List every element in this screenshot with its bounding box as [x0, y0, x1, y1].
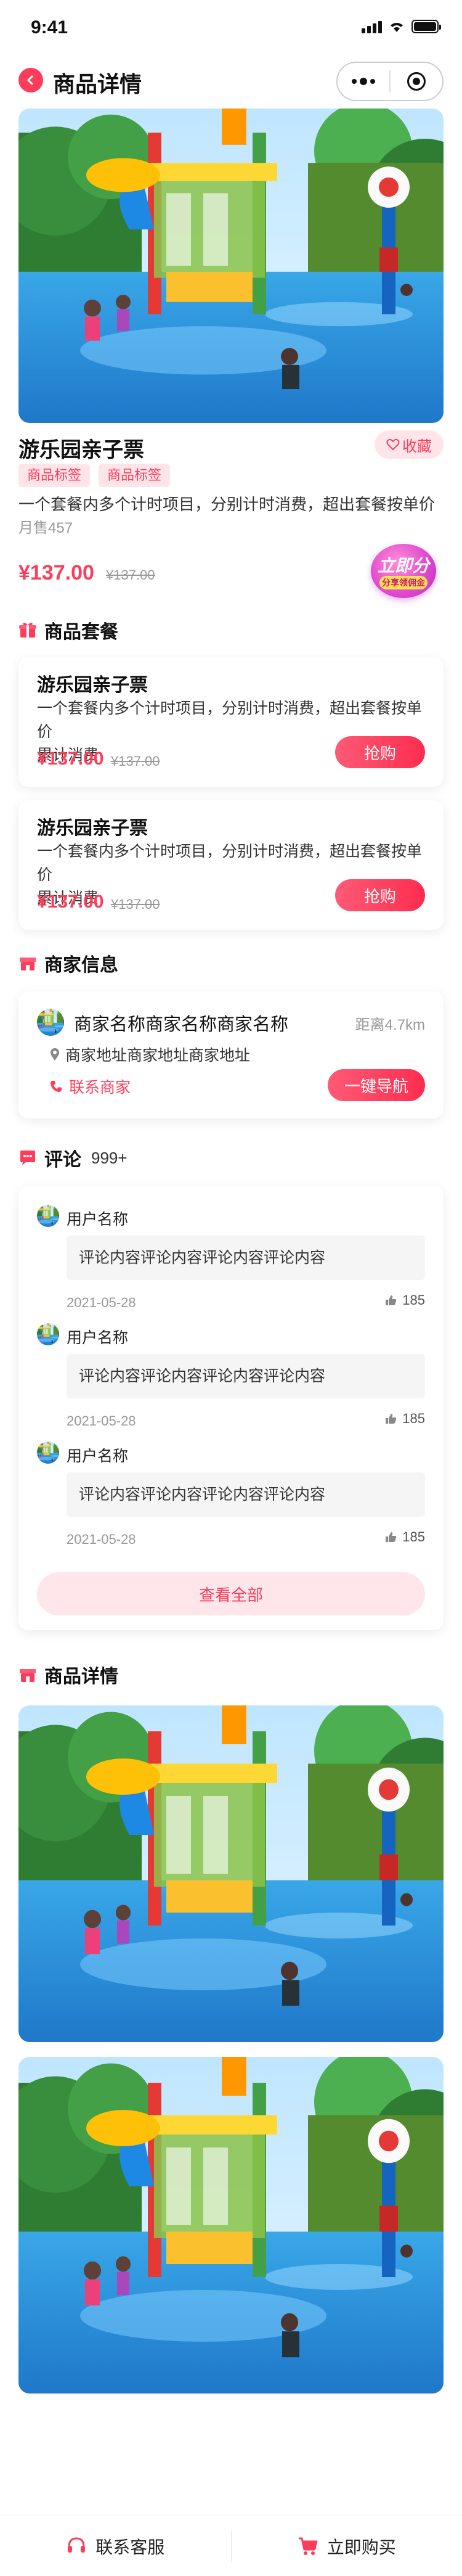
badge-main-text: 立即分	[377, 556, 429, 575]
packages-section-header: 商品套餐	[18, 617, 118, 644]
avatar	[37, 1442, 59, 1464]
package-card: 游乐园亲子票 一个套餐内多个计时项目，分别计时消费，超出套餐按单价 累计消费 ¥…	[18, 657, 444, 787]
review-item: 用户名称 评论内容评论内容评论内容评论内容 2021-05-28 185	[37, 1205, 425, 1322]
share-commission-badge[interactable]: 立即分 分享领佣金	[371, 544, 436, 598]
headset-icon	[68, 2537, 86, 2553]
merchant-section-header: 商家信息	[18, 950, 118, 977]
contact-merchant-label: 联系商家	[69, 1079, 131, 1096]
phone-icon	[51, 1081, 62, 1092]
merchant-distance: 距离4.7km	[355, 1017, 425, 1033]
merchant-avatar	[37, 1009, 64, 1036]
back-button[interactable]	[18, 68, 43, 92]
status-icons	[362, 20, 441, 33]
nav-bar: 商品详情	[0, 54, 462, 109]
review-like-button[interactable]: 185	[385, 1529, 425, 1545]
review-item: 用户名称 评论内容评论内容评论内容评论内容 2021-05-28 185	[37, 1323, 425, 1440]
product-title: 游乐园亲子票	[18, 438, 144, 462]
more-button[interactable]	[338, 63, 389, 100]
review-like-button[interactable]: 185	[385, 1292, 425, 1308]
wifi-icon	[391, 23, 403, 32]
package-buy-button[interactable]: 抢购	[335, 879, 425, 911]
review-username: 用户名称	[67, 1211, 129, 1228]
customer-service-label: 联系客服	[95, 2537, 165, 2557]
merchant-name: 商家名称商家名称商家名称	[74, 1015, 289, 1035]
store-icon	[20, 1669, 36, 1682]
review-like-count: 185	[402, 1529, 425, 1544]
thumb-up-icon	[386, 1532, 397, 1542]
mini-program-capsule	[336, 62, 444, 101]
status-time: 9:41	[31, 17, 68, 38]
package-title: 游乐园亲子票	[37, 675, 148, 695]
thumb-up-icon	[386, 1295, 397, 1305]
buy-now-button[interactable]: 立即购买	[232, 2534, 462, 2559]
package-buy-button[interactable]: 抢购	[335, 736, 425, 768]
package-card: 游乐园亲子票 一个套餐内多个计时项目，分别计时消费，超出套餐按单价 累计消费 ¥…	[18, 800, 444, 930]
cart-icon	[298, 2537, 318, 2555]
review-date: 2021-05-28	[67, 1532, 136, 1547]
target-icon	[407, 72, 426, 91]
avatar	[37, 1323, 59, 1345]
review-content: 评论内容评论内容评论内容评论内容	[67, 1472, 425, 1517]
reviews-section-header: 评论 999+	[18, 1144, 128, 1171]
product-description: 一个套餐内多个计时项目，分别计时消费，超出套餐按单价	[18, 495, 436, 514]
section-title: 商品套餐	[44, 622, 118, 642]
product-tags: 商品标签 商品标签	[18, 464, 171, 487]
package-price: ¥137.00	[37, 892, 104, 912]
section-title: 商品详情	[44, 1667, 118, 1687]
review-date: 2021-05-28	[67, 1295, 136, 1310]
review-item: 用户名称 评论内容评论内容评论内容评论内容 2021-05-28 185	[37, 1442, 425, 1559]
review-username: 用户名称	[67, 1448, 129, 1465]
review-username: 用户名称	[67, 1329, 129, 1347]
merchant-address-text: 商家地址商家地址商家地址	[65, 1047, 251, 1064]
merchant-address: 商家地址商家地址商家地址	[49, 1043, 250, 1065]
navigate-button[interactable]: 一键导航	[328, 1069, 425, 1101]
heart-icon	[386, 438, 400, 451]
close-mini-program-button[interactable]	[391, 63, 442, 100]
buy-now-label: 立即购买	[326, 2537, 396, 2557]
back-icon	[27, 75, 33, 85]
customer-service-button[interactable]: 联系客服	[0, 2534, 231, 2559]
detail-image	[18, 2057, 444, 2393]
more-icon	[352, 78, 375, 85]
detail-image	[18, 1705, 444, 2042]
store-icon	[20, 958, 36, 970]
product-hero-image	[18, 109, 444, 423]
reviews-card: 用户名称 评论内容评论内容评论内容评论内容 2021-05-28 185 用户名…	[18, 1186, 444, 1630]
product-price: ¥137.00	[18, 561, 94, 585]
status-bar: 9:41	[0, 0, 462, 54]
product-original-price: ¥137.00	[106, 567, 155, 583]
details-section-header: 商品详情	[18, 1661, 118, 1688]
package-original-price: ¥137.00	[111, 896, 160, 912]
review-content: 评论内容评论内容评论内容评论内容	[67, 1354, 425, 1398]
package-price: ¥137.00	[37, 749, 104, 769]
review-date: 2021-05-28	[67, 1413, 136, 1429]
contact-merchant-button[interactable]: 联系商家	[49, 1075, 131, 1097]
battery-icon	[411, 20, 441, 33]
avatar	[37, 1205, 59, 1227]
thumb-up-icon	[386, 1414, 397, 1424]
package-title: 游乐园亲子票	[37, 818, 148, 839]
review-count: 999+	[91, 1148, 128, 1167]
comment-icon	[20, 1151, 35, 1165]
merchant-card: 商家名称商家名称商家名称 距离4.7km 商家地址商家地址商家地址 联系商家 一…	[18, 991, 444, 1118]
monthly-sales: 月售457	[18, 520, 73, 536]
review-like-button[interactable]: 185	[385, 1411, 425, 1427]
package-original-price: ¥137.00	[111, 753, 160, 769]
review-like-count: 185	[402, 1411, 425, 1426]
signal-icon	[362, 20, 382, 33]
review-like-count: 185	[402, 1292, 425, 1308]
page-title: 商品详情	[53, 72, 142, 97]
favorite-label: 收藏	[402, 438, 432, 455]
badge-sub-text: 分享领佣金	[379, 576, 428, 589]
product-tag: 商品标签	[18, 464, 91, 487]
product-tag: 商品标签	[99, 464, 171, 487]
section-title: 评论	[44, 1150, 81, 1170]
location-icon	[51, 1048, 59, 1060]
gift-icon	[19, 622, 36, 638]
bottom-action-bar: 联系客服 立即购买	[0, 2516, 462, 2576]
see-all-reviews-button[interactable]: 查看全部	[37, 1572, 425, 1615]
favorite-button[interactable]: 收藏	[375, 430, 444, 459]
review-content: 评论内容评论内容评论内容评论内容	[67, 1236, 425, 1280]
section-title: 商家信息	[44, 955, 118, 975]
